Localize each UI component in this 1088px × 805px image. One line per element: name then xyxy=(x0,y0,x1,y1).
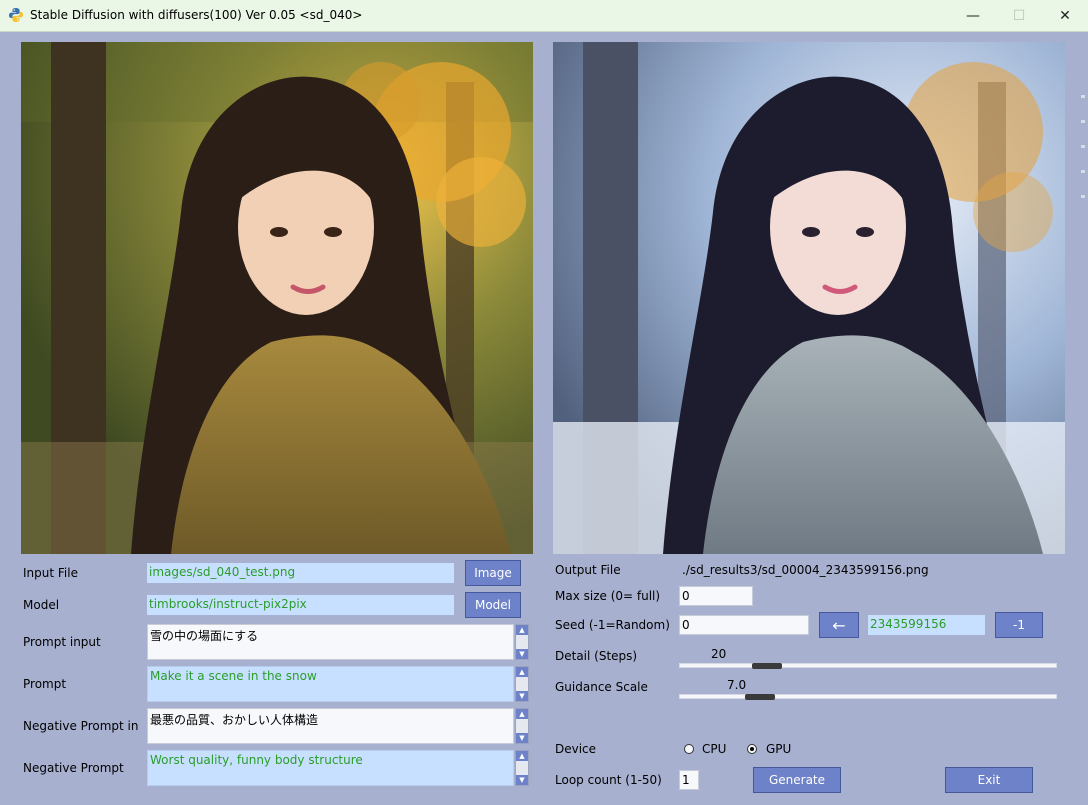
detail-steps-value: 20 xyxy=(711,647,727,661)
prompt-textarea[interactable]: Make it a scene in the snow xyxy=(147,666,514,702)
negative-prompt-label: Negative Prompt xyxy=(23,761,124,775)
scroll-down-icon[interactable]: ▼ xyxy=(516,733,528,743)
output-file-value: ./sd_results3/sd_00004_2343599156.png xyxy=(682,563,929,577)
negative-prompt-input-scrollbar[interactable]: ▲ ▼ xyxy=(515,708,529,744)
seed-result-field[interactable]: 2343599156 xyxy=(868,615,985,635)
input-file-field[interactable]: images/sd_040_test.png xyxy=(147,563,454,583)
max-size-input[interactable]: 0 xyxy=(679,586,753,606)
negative-prompt-textarea[interactable]: Worst quality, funny body structure xyxy=(147,750,514,786)
prompt-input-scrollbar[interactable]: ▲ ▼ xyxy=(515,624,529,660)
prompt-input-label: Prompt input xyxy=(23,635,101,649)
seed-label: Seed (-1=Random) xyxy=(555,618,670,632)
prompt-input-textarea[interactable]: 雪の中の場面にする xyxy=(147,624,514,660)
prompt-label: Prompt xyxy=(23,677,67,691)
exit-button[interactable]: Exit xyxy=(945,767,1033,793)
negative-prompt-input-textarea[interactable]: 最悪の品質、おかしい人体構造 xyxy=(147,708,514,744)
detail-steps-label: Detail (Steps) xyxy=(555,649,638,663)
scroll-up-icon[interactable]: ▲ xyxy=(516,667,528,677)
scroll-up-icon[interactable]: ▲ xyxy=(516,709,528,719)
loop-count-label: Loop count (1-50) xyxy=(555,773,662,787)
model-label: Model xyxy=(23,598,60,612)
seed-minus-one-button[interactable]: -1 xyxy=(995,612,1043,638)
cpu-radio-label[interactable]: CPU xyxy=(702,742,726,756)
generate-button[interactable]: Generate xyxy=(753,767,841,793)
seed-input[interactable]: 0 xyxy=(679,615,809,635)
loop-count-input[interactable]: 1 xyxy=(679,770,699,790)
cpu-radio[interactable] xyxy=(684,744,694,754)
output-file-label: Output File xyxy=(555,563,621,577)
output-image-graphic xyxy=(553,42,1065,554)
scroll-down-icon[interactable]: ▼ xyxy=(516,775,528,785)
prompt-scrollbar[interactable]: ▲ ▼ xyxy=(515,666,529,702)
gpu-radio-label[interactable]: GPU xyxy=(766,742,791,756)
seed-copy-arrow-button[interactable]: ← xyxy=(819,612,859,638)
output-image xyxy=(553,42,1065,554)
python-icon xyxy=(9,8,23,22)
scroll-down-icon[interactable]: ▼ xyxy=(516,649,528,659)
minimize-button[interactable]: — xyxy=(950,0,996,31)
guidance-scale-slider-thumb[interactable] xyxy=(744,694,775,700)
window-title: Stable Diffusion with diffusers(100) Ver… xyxy=(30,8,363,22)
input-file-label: Input File xyxy=(23,566,78,580)
image-button[interactable]: Image xyxy=(465,560,521,586)
negative-prompt-input-label: Negative Prompt in xyxy=(23,719,139,733)
guidance-scale-value: 7.0 xyxy=(727,678,747,692)
title-bar: Stable Diffusion with diffusers(100) Ver… xyxy=(0,0,1088,32)
right-edge-scroll-markers xyxy=(1080,32,1088,805)
app-window: Stable Diffusion with diffusers(100) Ver… xyxy=(0,0,1088,805)
input-image-graphic xyxy=(21,42,533,554)
scroll-down-icon[interactable]: ▼ xyxy=(516,691,528,701)
guidance-scale-slider[interactable] xyxy=(679,694,1057,699)
close-button[interactable]: ✕ xyxy=(1042,0,1088,31)
detail-steps-slider[interactable] xyxy=(679,663,1057,668)
negative-prompt-scrollbar[interactable]: ▲ ▼ xyxy=(515,750,529,786)
scroll-up-icon[interactable]: ▲ xyxy=(516,625,528,635)
maximize-button[interactable]: ☐ xyxy=(996,0,1042,31)
device-label: Device xyxy=(555,742,597,756)
input-image xyxy=(21,42,533,554)
gpu-radio[interactable] xyxy=(747,744,757,754)
model-field[interactable]: timbrooks/instruct-pix2pix xyxy=(147,595,454,615)
model-button[interactable]: Model xyxy=(465,592,521,618)
scroll-up-icon[interactable]: ▲ xyxy=(516,751,528,761)
guidance-scale-label: Guidance Scale xyxy=(555,680,648,694)
detail-steps-slider-thumb[interactable] xyxy=(752,663,783,669)
max-size-label: Max size (0= full) xyxy=(555,589,661,603)
